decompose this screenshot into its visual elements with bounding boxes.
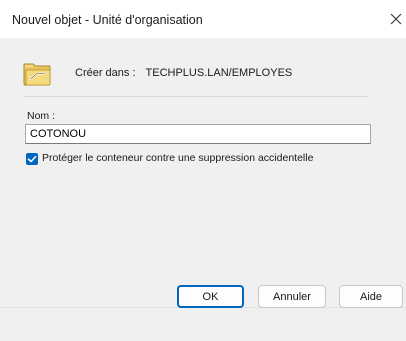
name-input[interactable] xyxy=(25,124,371,144)
close-button[interactable] xyxy=(390,7,406,31)
create-in-label: Créer dans : xyxy=(75,67,136,79)
window-title: Nouvel objet - Unité d'organisation xyxy=(12,13,203,27)
ok-button[interactable]: OK xyxy=(177,285,244,308)
help-button[interactable]: Aide xyxy=(339,285,403,308)
name-label: Nom : xyxy=(27,110,56,122)
folder-ou-icon xyxy=(23,63,51,86)
title-bar: Nouvel objet - Unité d'organisation xyxy=(0,0,406,38)
new-ou-dialog: Nouvel objet - Unité d'organisation Crée… xyxy=(0,0,406,341)
close-icon xyxy=(390,13,402,25)
header-separator xyxy=(23,96,368,97)
create-in-line: Créer dans : TECHPLUS.LAN/EMPLOYES xyxy=(75,67,292,79)
protect-checkbox[interactable] xyxy=(26,153,38,165)
checkmark-icon xyxy=(27,155,37,163)
protect-checkbox-label: Protéger le conteneur contre une suppres… xyxy=(42,152,314,164)
cancel-button[interactable]: Annuler xyxy=(258,285,326,308)
create-in-path: TECHPLUS.LAN/EMPLOYES xyxy=(145,67,293,79)
